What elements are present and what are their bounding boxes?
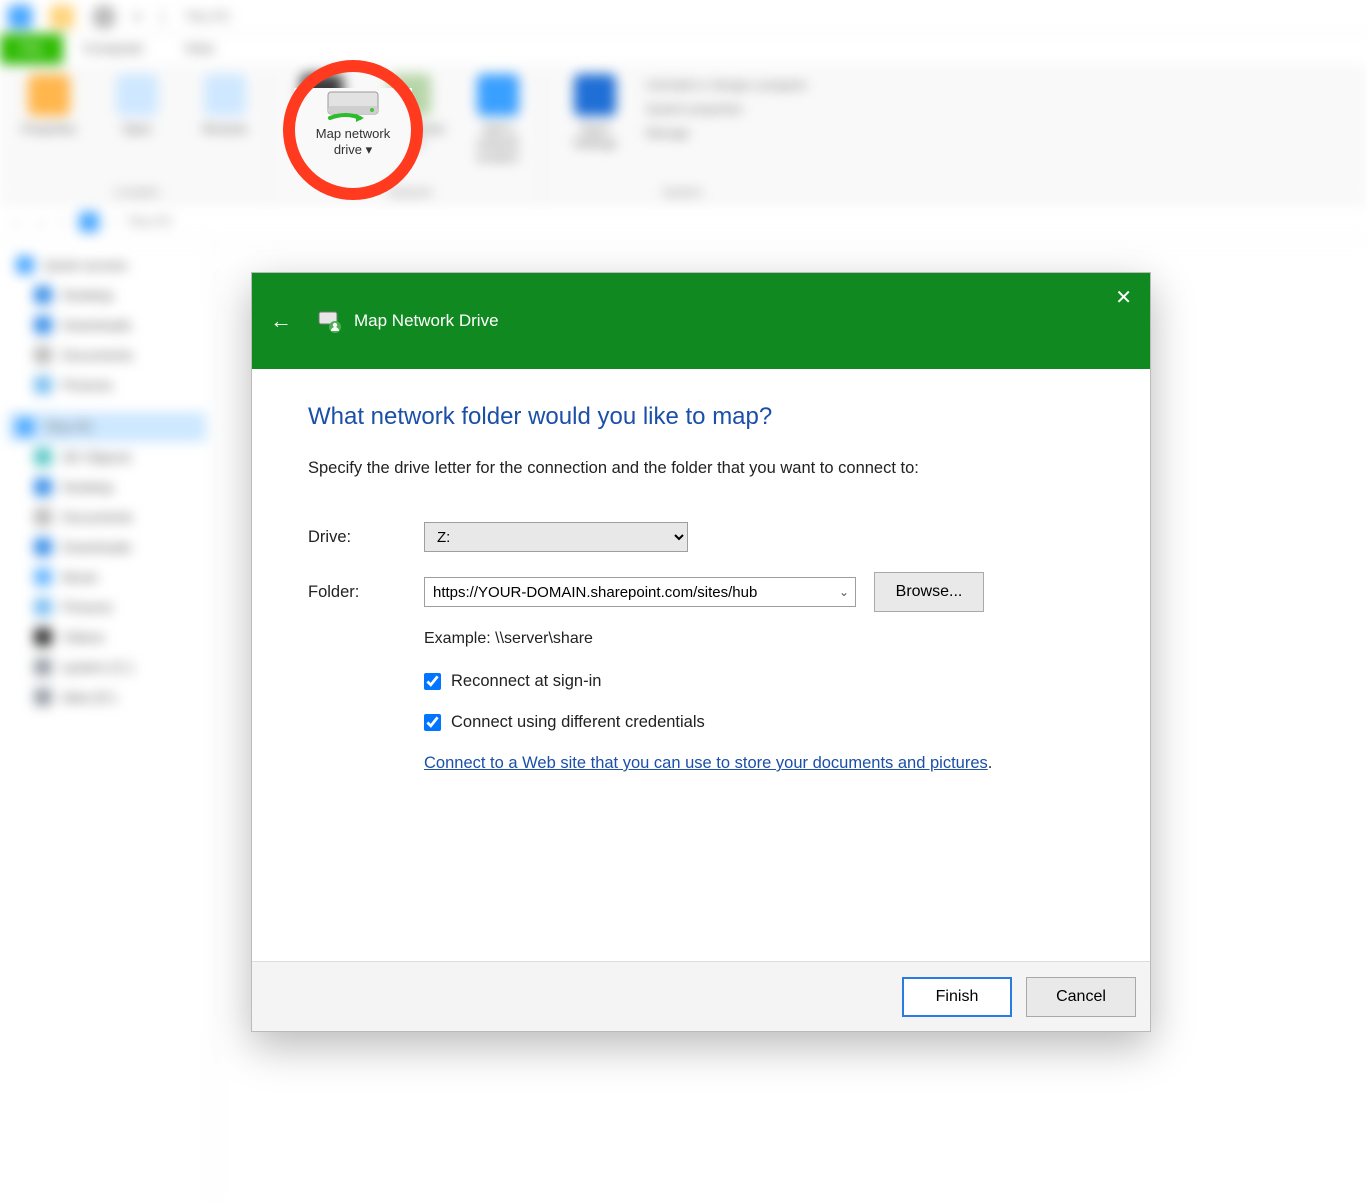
finish-button[interactable]: Finish xyxy=(902,977,1012,1017)
folder-input[interactable] xyxy=(433,584,833,601)
reconnect-label: Reconnect at sign-in xyxy=(451,672,601,691)
credentials-checkbox-row[interactable]: Connect using different credentials xyxy=(424,713,1094,732)
back-arrow-icon[interactable]: ← xyxy=(270,308,292,334)
drive-icon xyxy=(326,88,380,122)
map-network-drive-dialog: ← Map Network Drive ✕ What network folde… xyxy=(251,272,1151,1032)
credentials-label: Connect using different credentials xyxy=(451,713,705,732)
dialog-heading: What network folder would you like to ma… xyxy=(308,403,1094,431)
folder-label: Folder: xyxy=(308,583,414,602)
dialog-description: Specify the drive letter for the connect… xyxy=(308,459,1094,478)
drive-select[interactable]: Z: xyxy=(424,522,688,552)
folder-example: Example: \\server\share xyxy=(424,630,1094,648)
drive-label: Drive: xyxy=(308,528,414,547)
reconnect-checkbox[interactable] xyxy=(424,673,441,690)
map-network-drive-label: Map network drive ▾ xyxy=(316,126,390,159)
folder-combobox[interactable]: ⌄ xyxy=(424,577,856,607)
chevron-down-icon[interactable]: ⌄ xyxy=(833,585,849,599)
map-network-drive-ribbon-button[interactable]: Map network drive ▾ xyxy=(294,88,412,159)
cancel-button[interactable]: Cancel xyxy=(1026,977,1136,1017)
dialog-content: What network folder would you like to ma… xyxy=(252,369,1150,961)
reconnect-checkbox-row[interactable]: Reconnect at sign-in xyxy=(424,672,1094,691)
connect-website-link[interactable]: Connect to a Web site that you can use t… xyxy=(424,754,988,772)
close-icon[interactable]: ✕ xyxy=(1115,285,1132,310)
network-drive-icon xyxy=(318,309,342,333)
dialog-footer: Finish Cancel xyxy=(252,961,1150,1031)
dialog-header: ← Map Network Drive ✕ xyxy=(252,273,1150,369)
browse-button[interactable]: Browse... xyxy=(874,572,984,612)
credentials-checkbox[interactable] xyxy=(424,714,441,731)
dialog-title: Map Network Drive xyxy=(354,311,499,331)
